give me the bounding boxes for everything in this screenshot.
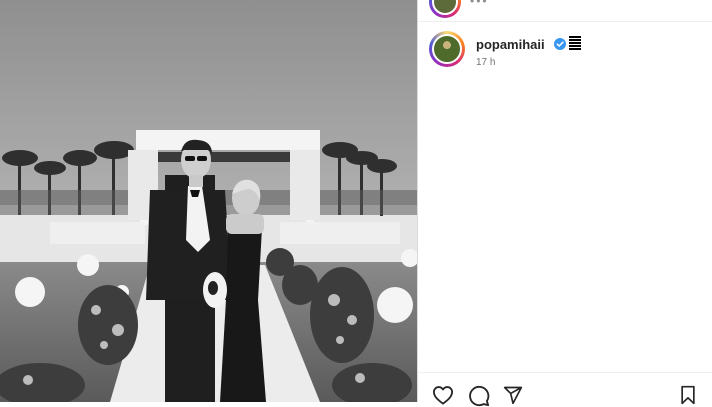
hamburger-menu-icon[interactable] [569, 36, 581, 50]
username[interactable]: popamihaii [476, 37, 545, 52]
post-photo[interactable] [0, 0, 417, 402]
avatar-image [432, 34, 462, 64]
previous-post-header: ••• [418, 0, 712, 22]
bookmark-icon[interactable] [679, 385, 697, 405]
previous-post-text: ••• [470, 0, 489, 8]
post-timestamp[interactable]: 17 h [476, 57, 495, 68]
verified-badge-icon [554, 38, 566, 50]
comment-icon[interactable] [468, 385, 490, 407]
heart-icon[interactable] [432, 385, 454, 405]
post-sidebar: ••• popamihaii 17 h [417, 0, 712, 407]
post-actions-bar [418, 372, 712, 407]
avatar[interactable] [429, 31, 465, 67]
post-header: popamihaii 17 h [429, 31, 689, 71]
previous-avatar[interactable] [429, 0, 461, 18]
photo-image [0, 0, 417, 402]
share-icon[interactable] [503, 385, 523, 405]
